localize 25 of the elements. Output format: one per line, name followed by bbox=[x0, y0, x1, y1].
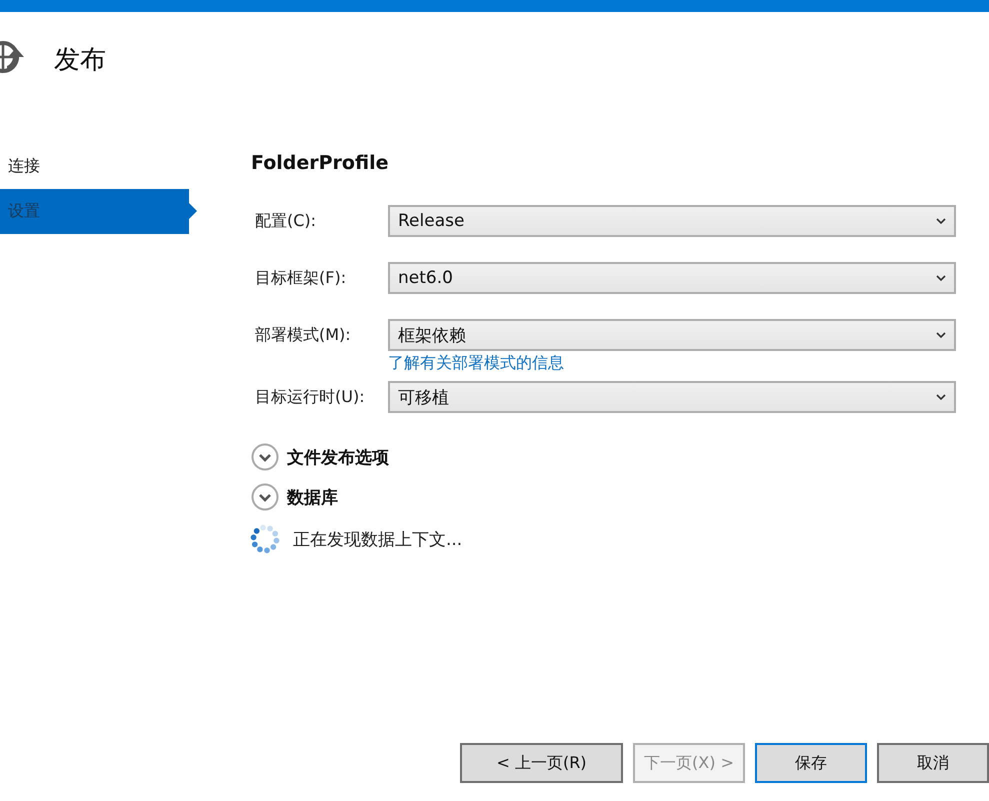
page-title: 发布 bbox=[54, 44, 106, 76]
profile-name: FolderProfile bbox=[251, 151, 390, 176]
expand-icon[interactable] bbox=[251, 483, 279, 511]
sidebar-item[interactable]: 连接 bbox=[0, 144, 189, 189]
dialog-button[interactable]: < 上一页(R) bbox=[460, 743, 623, 783]
field-label: 目标框架(F): bbox=[254, 268, 348, 288]
chevron-down-icon bbox=[936, 331, 946, 339]
chevron-down-icon bbox=[936, 274, 946, 282]
field-label: 部署模式(M): bbox=[254, 324, 352, 346]
field-label: 配置(C): bbox=[254, 210, 318, 232]
expand-icon[interactable] bbox=[251, 443, 279, 471]
dropdown[interactable]: net6.0 bbox=[388, 262, 956, 294]
dialog-button[interactable]: 取消 bbox=[877, 743, 989, 783]
dropdown[interactable]: 可移植 bbox=[388, 381, 956, 413]
dropdown[interactable]: Release bbox=[388, 205, 956, 237]
chevron-down-icon bbox=[936, 393, 946, 401]
section-title: 文件发布选项 bbox=[287, 446, 389, 468]
loading-spinner-icon bbox=[249, 523, 281, 555]
status-text: 正在发现数据上下文... bbox=[293, 528, 462, 550]
dropdown[interactable]: 框架依赖 bbox=[388, 319, 956, 351]
chevron-down-icon bbox=[936, 217, 946, 225]
section-title: 数据库 bbox=[287, 486, 338, 508]
dialog-button[interactable]: 保存 bbox=[755, 743, 867, 783]
field-label: 目标运行时(U): bbox=[254, 386, 366, 408]
info-link[interactable]: 了解有关部署模式的信息 bbox=[388, 353, 564, 374]
